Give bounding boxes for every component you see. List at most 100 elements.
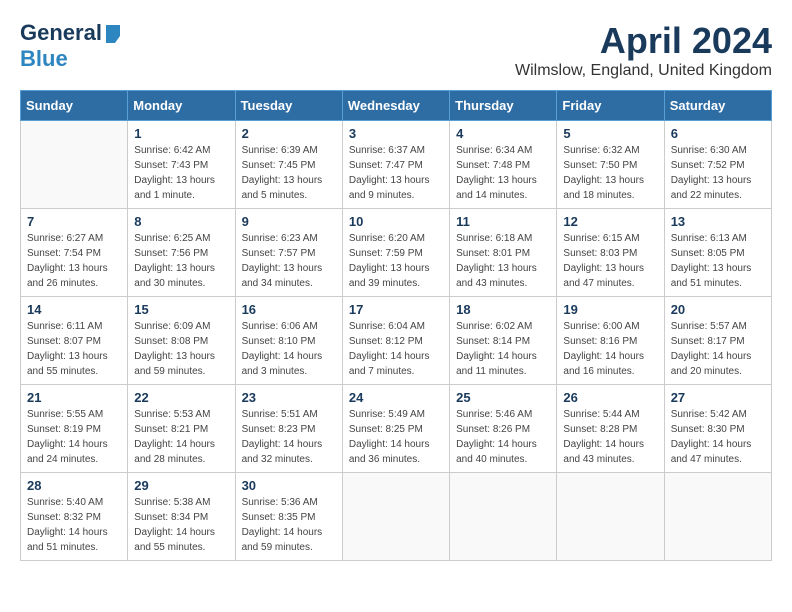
day-number: 9 bbox=[242, 214, 336, 229]
day-info: Sunrise: 6:02 AM Sunset: 8:14 PM Dayligh… bbox=[456, 319, 550, 379]
calendar-cell: 7Sunrise: 6:27 AM Sunset: 7:54 PM Daylig… bbox=[21, 209, 128, 297]
calendar-cell: 25Sunrise: 5:46 AM Sunset: 8:26 PM Dayli… bbox=[450, 385, 557, 473]
day-number: 28 bbox=[27, 478, 121, 493]
weekday-header-monday: Monday bbox=[128, 91, 235, 121]
calendar-cell: 3 Sunrise: 6:37 AM Sunset: 7:47 PM Daylig… bbox=[342, 121, 449, 209]
logo-icon bbox=[104, 25, 122, 43]
day-info: Sunrise: 5:44 AM Sunset: 8:28 PM Dayligh… bbox=[563, 407, 657, 467]
day-number: 30 bbox=[242, 478, 336, 493]
day-number: 25 bbox=[456, 390, 550, 405]
calendar-cell: 2 Sunrise: 6:39 AM Sunset: 7:45 PM Daylig… bbox=[235, 121, 342, 209]
day-number: 24 bbox=[349, 390, 443, 405]
calendar-cell bbox=[21, 121, 128, 209]
day-number: 4 bbox=[456, 126, 550, 141]
day-info: Sunrise: 6:30 AM Sunset: 7:52 PM Dayligh… bbox=[671, 143, 765, 203]
calendar-cell: 23 Sunrise: 5:51 AM Sunset: 8:23 PM Dayli… bbox=[235, 385, 342, 473]
day-number: 12 bbox=[563, 214, 657, 229]
location: Wilmslow, England, United Kingdom bbox=[515, 62, 772, 80]
day-info: Sunrise: 6:34 AM Sunset: 7:48 PM Dayligh… bbox=[456, 143, 550, 203]
calendar-cell: 11 Sunrise: 6:18 AM Sunset: 8:01 PM Dayli… bbox=[450, 209, 557, 297]
calendar-cell: 13 Sunrise: 6:13 AM Sunset: 8:05 PM Dayli… bbox=[664, 209, 771, 297]
day-info: Sunrise: 6:37 AM Sunset: 7:47 PM Dayligh… bbox=[349, 143, 443, 203]
day-info: Sunrise: 6:32 AM Sunset: 7:50 PM Dayligh… bbox=[563, 143, 657, 203]
day-number: 17 bbox=[349, 302, 443, 317]
day-info: Sunrise: 6:23 AM Sunset: 7:57 PM Dayligh… bbox=[242, 231, 336, 291]
calendar-week-row: 14Sunrise: 6:11 AM Sunset: 8:07 PM Dayli… bbox=[21, 297, 772, 385]
calendar-cell: 19 Sunrise: 6:00 AM Sunset: 8:16 PM Dayli… bbox=[557, 297, 664, 385]
day-info: Sunrise: 5:53 AM Sunset: 8:21 PM Dayligh… bbox=[134, 407, 228, 467]
day-number: 8 bbox=[134, 214, 228, 229]
day-number: 13 bbox=[671, 214, 765, 229]
day-number: 29 bbox=[134, 478, 228, 493]
calendar-cell: 15 Sunrise: 6:09 AM Sunset: 8:08 PM Dayli… bbox=[128, 297, 235, 385]
calendar-cell: 16Sunrise: 6:06 AM Sunset: 8:10 PM Dayli… bbox=[235, 297, 342, 385]
day-info: Sunrise: 6:04 AM Sunset: 8:12 PM Dayligh… bbox=[349, 319, 443, 379]
weekday-header-friday: Friday bbox=[557, 91, 664, 121]
day-number: 18 bbox=[456, 302, 550, 317]
day-number: 10 bbox=[349, 214, 443, 229]
calendar-cell: 18 Sunrise: 6:02 AM Sunset: 8:14 PM Dayli… bbox=[450, 297, 557, 385]
day-info: Sunrise: 5:36 AM Sunset: 8:35 PM Dayligh… bbox=[242, 495, 336, 555]
day-info: Sunrise: 6:00 AM Sunset: 8:16 PM Dayligh… bbox=[563, 319, 657, 379]
calendar-cell: 21Sunrise: 5:55 AM Sunset: 8:19 PM Dayli… bbox=[21, 385, 128, 473]
calendar-cell: 10 Sunrise: 6:20 AM Sunset: 7:59 PM Dayli… bbox=[342, 209, 449, 297]
calendar-cell: 17 Sunrise: 6:04 AM Sunset: 8:12 PM Dayli… bbox=[342, 297, 449, 385]
calendar-cell: 29Sunrise: 5:38 AM Sunset: 8:34 PM Dayli… bbox=[128, 473, 235, 561]
calendar-cell: 28 Sunrise: 5:40 AM Sunset: 8:32 PM Dayli… bbox=[21, 473, 128, 561]
header: General Blue April 2024 Wilmslow, Englan… bbox=[20, 20, 772, 80]
calendar-cell bbox=[557, 473, 664, 561]
weekday-header-saturday: Saturday bbox=[664, 91, 771, 121]
calendar-week-row: 7Sunrise: 6:27 AM Sunset: 7:54 PM Daylig… bbox=[21, 209, 772, 297]
logo-text-general: General bbox=[20, 20, 102, 46]
day-number: 3 bbox=[349, 126, 443, 141]
day-number: 6 bbox=[671, 126, 765, 141]
calendar-cell bbox=[450, 473, 557, 561]
day-info: Sunrise: 5:42 AM Sunset: 8:30 PM Dayligh… bbox=[671, 407, 765, 467]
calendar-cell: 5 Sunrise: 6:32 AM Sunset: 7:50 PM Daylig… bbox=[557, 121, 664, 209]
calendar-cell: 4 Sunrise: 6:34 AM Sunset: 7:48 PM Daylig… bbox=[450, 121, 557, 209]
day-info: Sunrise: 6:20 AM Sunset: 7:59 PM Dayligh… bbox=[349, 231, 443, 291]
calendar-cell: 22 Sunrise: 5:53 AM Sunset: 8:21 PM Dayli… bbox=[128, 385, 235, 473]
day-info: Sunrise: 6:42 AM Sunset: 7:43 PM Dayligh… bbox=[134, 143, 228, 203]
calendar-cell: 27 Sunrise: 5:42 AM Sunset: 8:30 PM Dayli… bbox=[664, 385, 771, 473]
day-number: 5 bbox=[563, 126, 657, 141]
day-info: Sunrise: 6:15 AM Sunset: 8:03 PM Dayligh… bbox=[563, 231, 657, 291]
logo: General Blue bbox=[20, 20, 122, 72]
day-info: Sunrise: 6:09 AM Sunset: 8:08 PM Dayligh… bbox=[134, 319, 228, 379]
day-info: Sunrise: 6:39 AM Sunset: 7:45 PM Dayligh… bbox=[242, 143, 336, 203]
day-info: Sunrise: 5:40 AM Sunset: 8:32 PM Dayligh… bbox=[27, 495, 121, 555]
day-info: Sunrise: 6:18 AM Sunset: 8:01 PM Dayligh… bbox=[456, 231, 550, 291]
day-number: 1 bbox=[134, 126, 228, 141]
day-info: Sunrise: 6:25 AM Sunset: 7:56 PM Dayligh… bbox=[134, 231, 228, 291]
day-number: 22 bbox=[134, 390, 228, 405]
day-info: Sunrise: 6:13 AM Sunset: 8:05 PM Dayligh… bbox=[671, 231, 765, 291]
calendar-cell: 6 Sunrise: 6:30 AM Sunset: 7:52 PM Daylig… bbox=[664, 121, 771, 209]
calendar-cell: 12 Sunrise: 6:15 AM Sunset: 8:03 PM Dayli… bbox=[557, 209, 664, 297]
calendar-cell: 26 Sunrise: 5:44 AM Sunset: 8:28 PM Dayli… bbox=[557, 385, 664, 473]
day-info: Sunrise: 6:06 AM Sunset: 8:10 PM Dayligh… bbox=[242, 319, 336, 379]
calendar-cell: 20 Sunrise: 5:57 AM Sunset: 8:17 PM Dayli… bbox=[664, 297, 771, 385]
logo-text-blue: Blue bbox=[20, 46, 68, 71]
calendar-week-row: 21Sunrise: 5:55 AM Sunset: 8:19 PM Dayli… bbox=[21, 385, 772, 473]
day-number: 20 bbox=[671, 302, 765, 317]
calendar-cell: 30 Sunrise: 5:36 AM Sunset: 8:35 PM Dayli… bbox=[235, 473, 342, 561]
calendar-cell: 1 Sunrise: 6:42 AM Sunset: 7:43 PM Daylig… bbox=[128, 121, 235, 209]
calendar-table: SundayMondayTuesdayWednesdayThursdayFrid… bbox=[20, 90, 772, 561]
month-title: April 2024 bbox=[515, 20, 772, 62]
day-info: Sunrise: 6:27 AM Sunset: 7:54 PM Dayligh… bbox=[27, 231, 121, 291]
day-number: 2 bbox=[242, 126, 336, 141]
calendar-cell bbox=[664, 473, 771, 561]
day-number: 15 bbox=[134, 302, 228, 317]
day-number: 23 bbox=[242, 390, 336, 405]
day-info: Sunrise: 5:51 AM Sunset: 8:23 PM Dayligh… bbox=[242, 407, 336, 467]
weekday-header-tuesday: Tuesday bbox=[235, 91, 342, 121]
day-number: 26 bbox=[563, 390, 657, 405]
calendar-cell bbox=[342, 473, 449, 561]
day-info: Sunrise: 5:57 AM Sunset: 8:17 PM Dayligh… bbox=[671, 319, 765, 379]
calendar-cell: 14Sunrise: 6:11 AM Sunset: 8:07 PM Dayli… bbox=[21, 297, 128, 385]
day-number: 19 bbox=[563, 302, 657, 317]
day-number: 27 bbox=[671, 390, 765, 405]
title-area: April 2024 Wilmslow, England, United Kin… bbox=[515, 20, 772, 80]
day-number: 11 bbox=[456, 214, 550, 229]
weekday-header-thursday: Thursday bbox=[450, 91, 557, 121]
